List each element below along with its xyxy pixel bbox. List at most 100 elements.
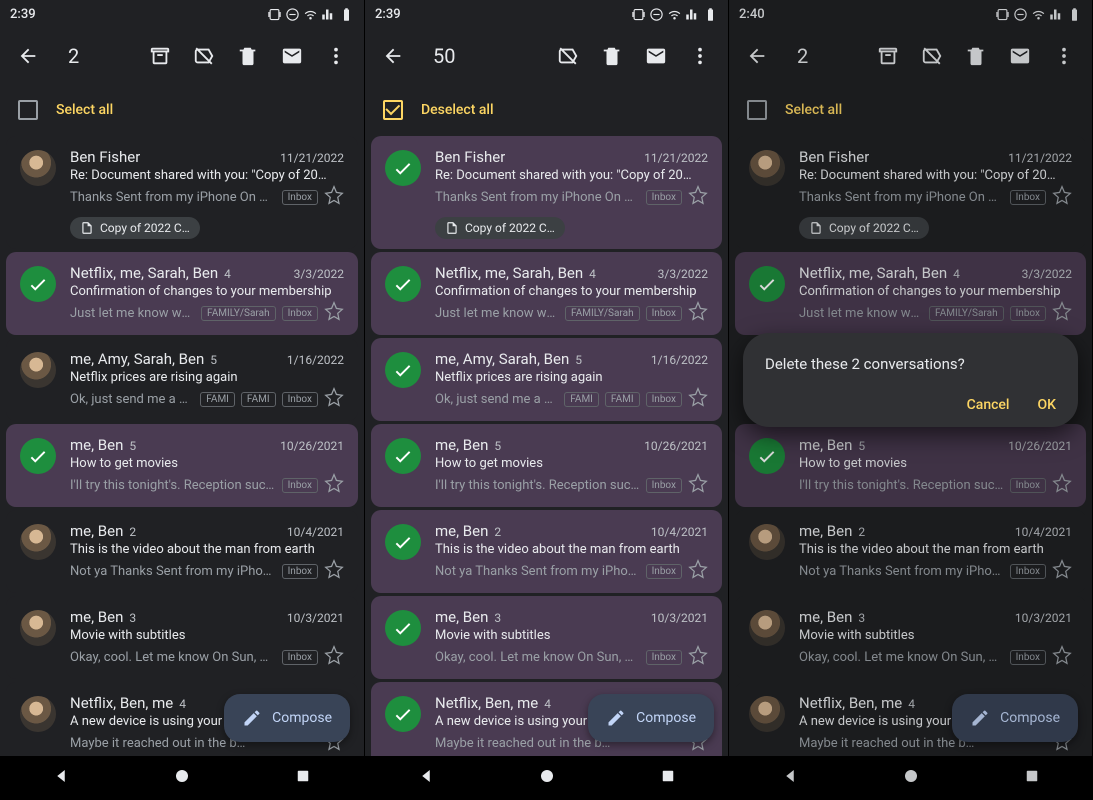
delete-button[interactable] — [228, 36, 268, 76]
email-item[interactable]: me, Ben 2 10/4/2021 This is the video ab… — [6, 510, 358, 593]
email-item[interactable]: me, Ben 2 10/4/2021 This is the video ab… — [371, 510, 722, 593]
remove-label-button[interactable] — [184, 36, 224, 76]
email-item[interactable]: me, Ben 5 10/26/2021 How to get movies I… — [6, 424, 358, 507]
label-tag: Inbox — [282, 650, 318, 665]
nav-back[interactable] — [417, 767, 435, 789]
star-icon[interactable] — [324, 473, 344, 497]
avatar[interactable] — [20, 696, 56, 732]
nav-back[interactable] — [52, 767, 70, 789]
avatar-selected[interactable] — [20, 266, 56, 302]
select-all-row[interactable]: Select all — [0, 84, 364, 136]
delete-button[interactable] — [592, 36, 632, 76]
back-button[interactable] — [373, 36, 413, 76]
email-list[interactable]: Ben Fisher 11/21/2022 Re: Document share… — [365, 136, 728, 756]
email-list[interactable]: Ben Fisher 11/21/2022 Re: Document share… — [0, 136, 364, 756]
label-tag: Inbox — [282, 564, 318, 579]
subject: How to get movies — [70, 456, 344, 471]
sender: me, Ben — [435, 608, 488, 626]
compose-button[interactable]: Compose — [224, 694, 350, 742]
label-tag: FAMI — [200, 392, 235, 407]
star-icon[interactable] — [324, 387, 344, 411]
subject: Netflix prices are rising again — [435, 370, 708, 385]
mark-unread-button[interactable] — [636, 36, 676, 76]
star-icon[interactable] — [324, 645, 344, 669]
star-icon[interactable] — [688, 185, 708, 209]
star-icon[interactable] — [688, 473, 708, 497]
avatar-selected[interactable] — [385, 150, 421, 186]
nav-recents[interactable] — [659, 767, 677, 789]
label-tag: FAMI — [241, 392, 276, 407]
avatar-selected[interactable] — [385, 438, 421, 474]
select-all-checkbox[interactable] — [18, 100, 38, 120]
date: 10/3/2021 — [287, 611, 344, 625]
subject: Netflix prices are rising again — [70, 370, 344, 385]
star-icon[interactable] — [688, 301, 708, 325]
star-icon[interactable] — [324, 301, 344, 325]
label-tag: Inbox — [282, 392, 318, 407]
selection-count: 50 — [433, 44, 544, 68]
avatar[interactable] — [20, 610, 56, 646]
label-tag: FAMILY/Sarah — [565, 306, 640, 321]
attachment-chip[interactable]: Copy of 2022 C… — [435, 217, 565, 239]
label-tag: Inbox — [646, 392, 682, 407]
avatar-selected[interactable] — [385, 352, 421, 388]
action-bar: 2 — [0, 28, 364, 84]
more-button[interactable] — [680, 36, 720, 76]
ok-button[interactable]: OK — [1038, 397, 1057, 413]
back-button[interactable] — [8, 36, 48, 76]
clock: 2:39 — [375, 7, 401, 22]
avatar-selected[interactable] — [385, 266, 421, 302]
email-item[interactable]: Netflix, me, Sarah, Ben 4 3/3/2022 Confi… — [6, 252, 358, 335]
select-all-label: Deselect all — [421, 102, 494, 118]
date: 3/3/2022 — [658, 267, 708, 281]
snippet: Thanks Sent from my iPhone On Nov… — [435, 190, 640, 205]
thread-count: 3 — [129, 611, 136, 625]
email-item[interactable]: me, Amy, Sarah, Ben 5 1/16/2022 Netflix … — [371, 338, 722, 421]
remove-label-button[interactable] — [548, 36, 588, 76]
subject: Confirmation of changes to your membersh… — [435, 284, 708, 299]
select-all-row[interactable]: Deselect all — [365, 84, 728, 136]
email-item[interactable]: me, Ben 3 10/3/2021 Movie with subtitles… — [371, 596, 722, 679]
avatar[interactable] — [20, 524, 56, 560]
star-icon[interactable] — [688, 387, 708, 411]
select-all-checkbox[interactable] — [383, 100, 403, 120]
thread-count: 4 — [544, 697, 551, 711]
subject: Re: Document shared with you: "Copy of 2… — [70, 168, 344, 183]
label-tag: Inbox — [646, 650, 682, 665]
snippet: Not ya Thanks Sent from my iPhone… — [70, 564, 276, 579]
email-item[interactable]: me, Amy, Sarah, Ben 5 1/16/2022 Netflix … — [6, 338, 358, 421]
avatar-selected[interactable] — [385, 610, 421, 646]
avatar[interactable] — [20, 150, 56, 186]
attachment-chip[interactable]: Copy of 2022 C… — [70, 217, 200, 239]
nav-recents[interactable] — [294, 767, 312, 789]
nav-bar — [0, 756, 364, 800]
date: 11/21/2022 — [280, 151, 344, 165]
nav-home[interactable] — [173, 767, 191, 789]
star-icon[interactable] — [324, 559, 344, 583]
snippet: I'll try this tonight's. Reception sucks… — [70, 478, 276, 493]
date: 11/21/2022 — [644, 151, 708, 165]
email-item[interactable]: me, Ben 5 10/26/2021 How to get movies I… — [371, 424, 722, 507]
email-item[interactable]: me, Ben 3 10/3/2021 Movie with subtitles… — [6, 596, 358, 679]
thread-count: 2 — [494, 525, 501, 539]
avatar[interactable] — [20, 352, 56, 388]
sender: me, Ben — [435, 522, 488, 540]
email-item[interactable]: Ben Fisher 11/21/2022 Re: Document share… — [6, 136, 358, 249]
sender: me, Ben — [70, 522, 123, 540]
more-button[interactable] — [316, 36, 356, 76]
avatar-selected[interactable] — [20, 438, 56, 474]
star-icon[interactable] — [324, 185, 344, 209]
date: 1/16/2022 — [287, 353, 344, 367]
label-tag: Inbox — [646, 564, 682, 579]
email-item[interactable]: Netflix, me, Sarah, Ben 4 3/3/2022 Confi… — [371, 252, 722, 335]
avatar-selected[interactable] — [385, 524, 421, 560]
nav-home[interactable] — [538, 767, 556, 789]
archive-button[interactable] — [140, 36, 180, 76]
mark-unread-button[interactable] — [272, 36, 312, 76]
compose-button[interactable]: Compose — [588, 694, 714, 742]
avatar-selected[interactable] — [385, 696, 421, 732]
cancel-button[interactable]: Cancel — [967, 397, 1010, 413]
star-icon[interactable] — [688, 559, 708, 583]
email-item[interactable]: Ben Fisher 11/21/2022 Re: Document share… — [371, 136, 722, 249]
star-icon[interactable] — [688, 645, 708, 669]
